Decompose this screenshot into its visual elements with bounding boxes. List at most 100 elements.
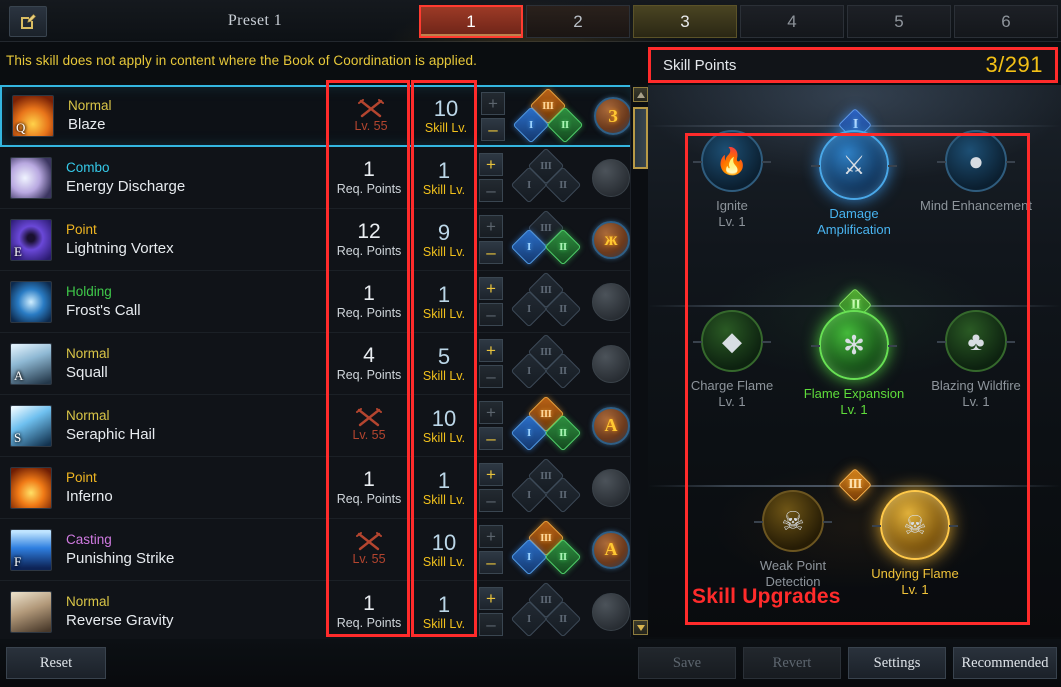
required-points-value: 12: [357, 220, 381, 243]
preset-tab-2[interactable]: 2: [526, 5, 630, 38]
preset-tab-6[interactable]: 6: [954, 5, 1058, 38]
tree-node-orb[interactable]: 🔥: [693, 130, 771, 192]
increase-level-button[interactable]: +: [479, 153, 503, 176]
rune-slot[interactable]: А: [592, 406, 630, 445]
edit-preset-button[interactable]: [9, 6, 47, 37]
rune-slot[interactable]: [592, 468, 630, 507]
increase-level-button[interactable]: +: [481, 91, 505, 115]
decrease-level-button[interactable]: –: [479, 489, 503, 512]
tripod-numeral: I: [527, 427, 531, 439]
tree-node[interactable]: ♣ Blazing Wildfire Lv. 1: [917, 310, 1035, 410]
preset-tab-1[interactable]: 1: [419, 5, 523, 38]
required-points-label: Req. Points: [336, 306, 402, 320]
rune-slot[interactable]: [592, 158, 630, 197]
tree-node-orb[interactable]: ☠: [872, 490, 958, 560]
tree-node[interactable]: ◆ Charge Flame Lv. 1: [673, 310, 791, 410]
increase-level-button[interactable]: +: [479, 215, 503, 238]
tree-node-orb[interactable]: ☠: [754, 490, 832, 552]
rune-slot[interactable]: З: [594, 97, 632, 135]
increase-level-button[interactable]: +: [479, 401, 503, 424]
tree-node-level: Lv. 1: [718, 394, 746, 409]
required-points-cell: Lv. 55: [330, 395, 408, 456]
rune-slot[interactable]: [592, 344, 630, 383]
skill-row[interactable]: F Casting Punishing Strike Lv. 55 10 Skill Lv…: [0, 519, 634, 581]
skill-points-bar: Skill Points 3/291: [648, 47, 1058, 83]
tree-node-orb[interactable]: ✻: [811, 310, 897, 380]
skill-hotkey: F: [14, 553, 22, 569]
scroll-down-arrow-icon[interactable]: [633, 620, 648, 635]
required-points-label: Req. Points: [336, 244, 402, 258]
skill-row[interactable]: A Normal Squall 4 Req. Points 5 Skill Lv. + – III…: [0, 333, 634, 395]
tree-node-level: Lv. 1: [962, 394, 990, 409]
decrease-level-button[interactable]: –: [479, 365, 503, 388]
skill-list-scrollbar[interactable]: [630, 85, 648, 637]
preset-tab-3[interactable]: 3: [633, 5, 737, 38]
skill-list[interactable]: Q Normal Blaze Lv. 55 10 Skill Lv. + – III I II З Co…: [0, 85, 634, 643]
tripod-indicators: III I II: [508, 209, 584, 270]
settings-button[interactable]: Settings: [848, 647, 946, 679]
increase-level-button[interactable]: +: [479, 587, 503, 610]
increase-level-button[interactable]: +: [479, 339, 503, 362]
skill-upgrades-panel[interactable]: I 🔥 Ignite Lv. 1 ⚔ Damage Amplification ● Mind …: [648, 85, 1061, 637]
tree-node-orb[interactable]: ◆: [693, 310, 771, 372]
skill-row[interactable]: S Normal Seraphic Hail Lv. 55 10 Skill Lv. + – I…: [0, 395, 634, 457]
scrollbar-thumb[interactable]: [633, 107, 648, 169]
save-button[interactable]: Save: [638, 647, 736, 679]
skill-text: Normal Seraphic Hail: [66, 408, 155, 444]
skill-row[interactable]: Holding Frost's Call 1 Req. Points 1 Skill Lv…: [0, 271, 634, 333]
skill-row[interactable]: Point Inferno 1 Req. Points 1 Skill Lv. + – III I…: [0, 457, 634, 519]
skill-type-label: Point: [66, 221, 97, 237]
skill-level-cell: 9 Skill Lv.: [413, 209, 475, 270]
decrease-level-button[interactable]: –: [479, 613, 503, 636]
skill-icon: [10, 280, 52, 323]
tree-node[interactable]: ✻ Flame Expansion Lv. 1: [795, 310, 913, 418]
reset-button[interactable]: Reset: [6, 647, 106, 679]
tree-node[interactable]: ☠ Weak Point Detection: [734, 490, 852, 590]
tree-node[interactable]: ☠ Undying Flame Lv. 1: [856, 490, 974, 598]
level-stepper: + –: [478, 581, 504, 642]
tree-node-orb[interactable]: ♣: [937, 310, 1015, 372]
skill-level-value: 9: [437, 219, 451, 245]
increase-level-button[interactable]: +: [479, 277, 503, 300]
skill-hotkey: Q: [16, 120, 26, 135]
tree-node[interactable]: ⚔ Damage Amplification: [795, 130, 913, 238]
tripod-numeral: III: [542, 100, 554, 112]
skill-text: Normal Squall: [66, 346, 110, 382]
skill-level-value: 1: [437, 281, 451, 307]
preset-tabs: 123456: [419, 5, 1058, 38]
decrease-level-button[interactable]: –: [479, 241, 503, 264]
tree-node-orb[interactable]: ⚔: [811, 130, 897, 200]
required-points-cell: 12 Req. Points: [330, 209, 408, 270]
rune-slot[interactable]: [592, 592, 630, 631]
preset-tab-4[interactable]: 4: [740, 5, 844, 38]
tripod-numeral: II: [559, 551, 567, 563]
skill-name-label: Frost's Call: [66, 301, 141, 319]
skill-level-cell: 1 Skill Lv.: [413, 147, 475, 208]
decrease-level-button[interactable]: –: [481, 117, 505, 141]
level-stepper: + –: [478, 271, 504, 332]
skill-row[interactable]: Q Normal Blaze Lv. 55 10 Skill Lv. + – III I II З: [0, 85, 634, 147]
increase-level-button[interactable]: +: [479, 463, 503, 486]
tree-node[interactable]: ● Mind Enhancement: [917, 130, 1035, 214]
rune-slot[interactable]: ж: [592, 220, 630, 259]
tree-node-level: Lv. 1: [901, 582, 929, 597]
rune-slot[interactable]: А: [592, 530, 630, 569]
tree-node[interactable]: 🔥 Ignite Lv. 1: [673, 130, 791, 230]
decrease-level-button[interactable]: –: [479, 179, 503, 202]
tree-node-orb[interactable]: ●: [937, 130, 1015, 192]
increase-level-button[interactable]: +: [479, 525, 503, 548]
revert-button[interactable]: Revert: [743, 647, 841, 679]
decrease-level-button[interactable]: –: [479, 551, 503, 574]
skill-row[interactable]: Combo Energy Discharge 1 Req. Points 1 Skill …: [0, 147, 634, 209]
preset-tab-5[interactable]: 5: [847, 5, 951, 38]
scroll-up-arrow-icon[interactable]: [633, 87, 648, 102]
skill-row[interactable]: E Point Lightning Vortex 12 Req. Points 9 Skil…: [0, 209, 634, 271]
rune-slot[interactable]: [592, 282, 630, 321]
decrease-level-button[interactable]: –: [479, 427, 503, 450]
skill-row[interactable]: Normal Reverse Gravity 1 Req. Points 1 Skill …: [0, 581, 634, 643]
recommended-button[interactable]: Recommended: [953, 647, 1057, 679]
tree-node-level: Lv. 1: [718, 214, 746, 229]
decrease-level-button[interactable]: –: [479, 303, 503, 326]
tripod-numeral: I: [529, 119, 533, 131]
required-points-cell: 1 Req. Points: [330, 581, 408, 642]
